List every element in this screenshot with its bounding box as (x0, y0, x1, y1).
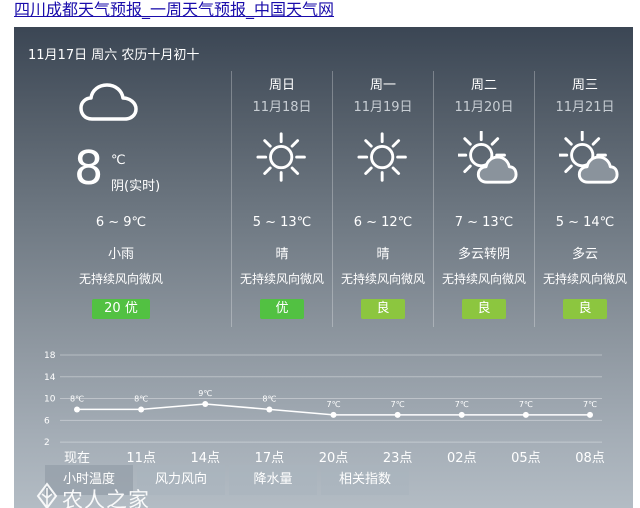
sun-icon (256, 131, 316, 191)
today-wind: 无持续风向微风 (78, 272, 163, 286)
chart-data-point (266, 406, 273, 413)
chart-data-label: 7℃ (455, 400, 469, 409)
day-condition: 多云转阴 (457, 247, 510, 262)
day-temp-range: 6 ~ 12℃ (353, 215, 413, 230)
chart-y-tick-label: 6 (44, 416, 50, 426)
today-column: 8 ℃ 阴(实时) 6 ~ 9℃ 小雨 无持续风向微风 20 优 (14, 71, 228, 327)
chart-data-label: 8℃ (262, 394, 276, 403)
chart-data-point (138, 406, 145, 413)
chart-data-label: 8℃ (70, 394, 84, 403)
day-wind: 无持续风向微风 (340, 272, 425, 286)
chart-data-point (330, 411, 337, 418)
watermark-text: 农人之家 (62, 488, 150, 508)
sun-cloud-icon (456, 130, 518, 191)
day-name: 周二 (470, 78, 497, 93)
forecast-day-2: 周一 11月19日 6 ~ 12℃ 晴 无持续风向微风 良 (332, 71, 433, 327)
hourly-temperature-chart: 18 14 10 6 2 8℃ 8℃ 9℃ 8℃ 7℃ 7℃ 7℃ 7℃ 7℃ 现在 11点 14点 17点 20点… (44, 351, 605, 465)
sun-icon (357, 131, 417, 191)
chart-data-point (394, 411, 401, 418)
sun-cloud-icon (557, 130, 619, 191)
day-condition: 多云 (571, 247, 598, 262)
tab-indices[interactable]: 相关指数 (321, 465, 409, 495)
day-name: 周一 (369, 78, 396, 93)
tab-precipitation[interactable]: 降水量 (229, 465, 317, 495)
current-temperature: 8 (74, 141, 104, 195)
page-title-link[interactable]: 四川成都天气预报_一周天气预报_中国天气网 (14, 0, 334, 20)
day-name: 周日 (268, 78, 295, 93)
chart-data-label: 8℃ (134, 394, 148, 403)
chart-x-tick-label: 11点 (126, 451, 156, 465)
today-aqi-badge[interactable]: 20 优 (92, 299, 150, 319)
chart-data-point (522, 411, 529, 418)
day-date: 11月20日 (454, 100, 514, 115)
day-temp-range: 7 ~ 13℃ (454, 215, 514, 230)
day-date: 11月19日 (353, 100, 413, 115)
forecast-day-4: 周三 11月21日 5 ~ 14℃ 多云 无持续风向微风 良 (534, 71, 633, 327)
chart-data-point (202, 401, 209, 407)
day-date: 11月18日 (252, 100, 312, 115)
forecast-day-3: 周二 11月20日 7 ~ 13℃ 多云转阴 无持续风向微风 良 (433, 71, 534, 327)
day-aqi-badge[interactable]: 良 (361, 299, 405, 319)
day-wind: 无持续风向微风 (239, 272, 324, 286)
chart-data-label: 7℃ (583, 400, 597, 409)
chart-data-point (74, 406, 80, 413)
day-temp-range: 5 ~ 14℃ (555, 215, 615, 230)
watermark: 农人之家 (34, 482, 194, 508)
weather-panel: 11月17日 周六 农历十月初十 8 ℃ 阴(实时) 6 ~ 9℃ 小雨 无持续… (14, 27, 633, 508)
today-condition: 小雨 (107, 247, 134, 262)
chart-data-label: 7℃ (519, 400, 533, 409)
day-temp-range: 5 ~ 13℃ (252, 215, 312, 230)
watermark-leaf-icon (36, 482, 58, 508)
day-aqi-badge[interactable]: 优 (260, 299, 304, 319)
chart-y-tick-label: 18 (44, 351, 56, 361)
day-wind: 无持续风向微风 (441, 272, 526, 286)
day-name: 周三 (571, 78, 598, 93)
realtime-condition: 阴(实时) (111, 179, 161, 194)
day-date: 11月21日 (555, 100, 615, 115)
day-condition: 晴 (275, 247, 289, 262)
day-aqi-badge[interactable]: 良 (462, 299, 506, 319)
date-header: 11月17日 周六 农历十月初十 (28, 48, 200, 63)
chart-y-tick-label: 14 (44, 373, 56, 383)
chart-y-tick-label: 10 (44, 395, 56, 405)
chart-x-tick-label: 14点 (190, 451, 220, 465)
chart-y-tick-label: 2 (44, 438, 50, 448)
chart-data-point (587, 411, 593, 418)
chart-x-tick-label: 23点 (383, 451, 413, 465)
chart-x-tick-label: 17点 (255, 451, 285, 465)
forecast-day-1: 周日 11月18日 5 ~ 13℃ 晴 无持续风向微风 优 (231, 71, 332, 327)
day-condition: 晴 (376, 247, 390, 262)
chart-data-label: 7℃ (391, 400, 405, 409)
chart-data-label: 7℃ (326, 400, 340, 409)
chart-x-tick-label: 现在 (64, 451, 90, 465)
chart-x-tick-label: 02点 (447, 451, 477, 465)
chart-x-tick-label: 08点 (575, 451, 605, 465)
day-wind: 无持续风向微风 (542, 272, 627, 286)
chart-x-tick-label: 05点 (511, 451, 541, 465)
chart-x-tick-label: 20点 (319, 451, 349, 465)
day-aqi-badge[interactable]: 良 (563, 299, 607, 319)
cloud-icon (79, 83, 138, 121)
today-temp-range: 6 ~ 9℃ (95, 215, 147, 230)
chart-data-point (458, 411, 465, 418)
temperature-unit: ℃ (111, 153, 126, 168)
chart-data-label: 9℃ (198, 389, 212, 398)
